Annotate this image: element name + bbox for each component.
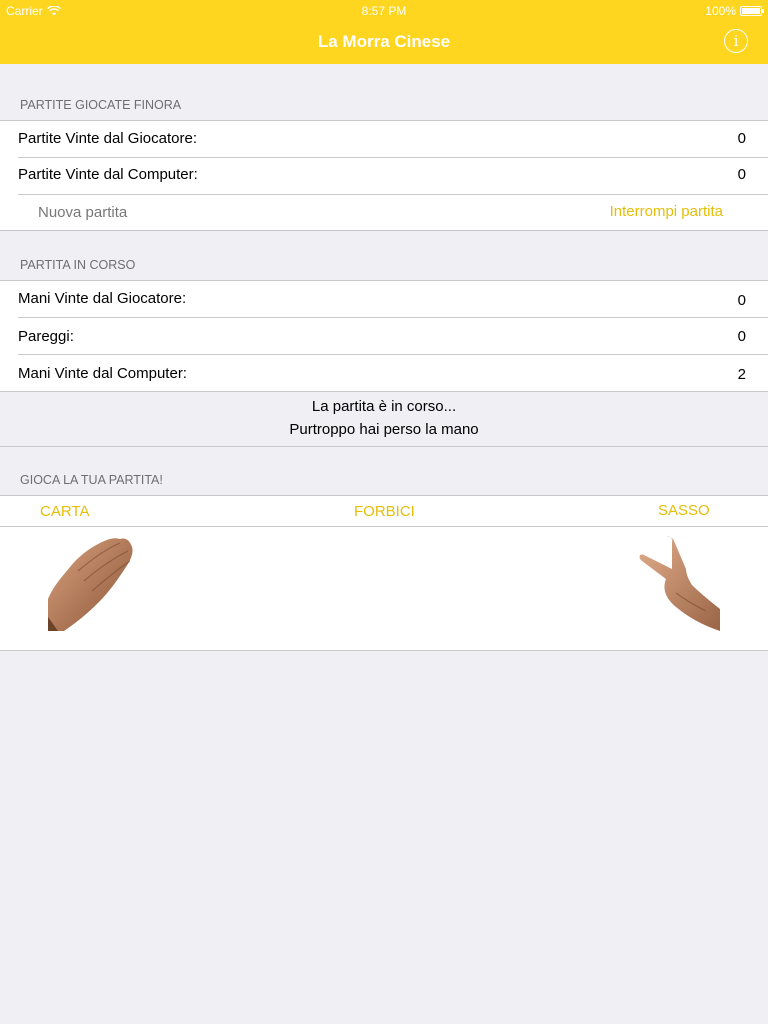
row-player-hands: Mani Vinte dal Giocatore: 0 bbox=[0, 281, 768, 317]
new-game-button[interactable]: Nuova partita bbox=[38, 204, 127, 221]
row-computer-hands: Mani Vinte dal Computer: 2 bbox=[0, 354, 768, 391]
player-hands-label: Mani Vinte dal Giocatore: bbox=[18, 290, 187, 307]
stop-game-button[interactable]: Interrompi partita bbox=[610, 203, 723, 220]
rock-button[interactable]: SASSO bbox=[658, 502, 710, 519]
section-header-games: PARTITE GIOCATE FINORA bbox=[20, 98, 182, 112]
row-player-games: Partite Vinte dal Giocatore: 0 bbox=[0, 121, 768, 157]
navigation-bar: Carrier 8:57 PM 100% La Morra Cinese i bbox=[0, 0, 768, 64]
section-header-current: PARTITA IN CORSO bbox=[20, 258, 136, 272]
clock: 8:57 PM bbox=[361, 4, 407, 18]
player-hands-value: 0 bbox=[737, 292, 746, 309]
computer-games-value: 0 bbox=[737, 166, 746, 183]
row-computer-games: Partite Vinte dal Computer: 0 bbox=[0, 157, 768, 194]
paper-hand-icon bbox=[48, 538, 133, 631]
page-title: La Morra Cinese bbox=[317, 32, 451, 51]
scissors-hand-icon bbox=[639, 536, 720, 631]
row-draws: Pareggi: 0 bbox=[0, 317, 768, 354]
current-group: Mani Vinte dal Giocatore: 0 Pareggi: 0 M… bbox=[0, 280, 768, 392]
battery-percent: 100% bbox=[705, 4, 736, 18]
player-games-value: 0 bbox=[737, 130, 746, 147]
draws-value: 0 bbox=[737, 328, 746, 345]
scissors-button[interactable]: FORBICI bbox=[354, 503, 415, 520]
player-games-label: Partite Vinte dal Giocatore: bbox=[18, 130, 197, 147]
info-icon[interactable]: i bbox=[724, 29, 748, 53]
games-group: Partite Vinte dal Giocatore: 0 Partite V… bbox=[0, 120, 768, 231]
choice-bar: CARTA FORBICI SASSO bbox=[0, 495, 768, 527]
row-game-actions: Nuova partita Interrompi partita bbox=[0, 194, 768, 230]
hands-area bbox=[0, 527, 768, 651]
section-header-play: GIOCA LA TUA PARTITA! bbox=[20, 473, 163, 487]
status-line-1: La partita è in corso... bbox=[311, 398, 457, 415]
status-bar: Carrier 8:57 PM 100% bbox=[0, 0, 768, 20]
game-status: La partita è in corso... Purtroppo hai p… bbox=[0, 391, 768, 447]
computer-games-label: Partite Vinte dal Computer: bbox=[18, 166, 198, 183]
battery-icon bbox=[740, 6, 764, 16]
paper-button[interactable]: CARTA bbox=[40, 503, 89, 520]
draws-label: Pareggi: bbox=[18, 328, 74, 345]
status-line-2: Purtroppo hai perso la mano bbox=[289, 421, 479, 438]
computer-hands-label: Mani Vinte dal Computer: bbox=[18, 365, 187, 382]
computer-hands-value: 2 bbox=[737, 366, 746, 383]
